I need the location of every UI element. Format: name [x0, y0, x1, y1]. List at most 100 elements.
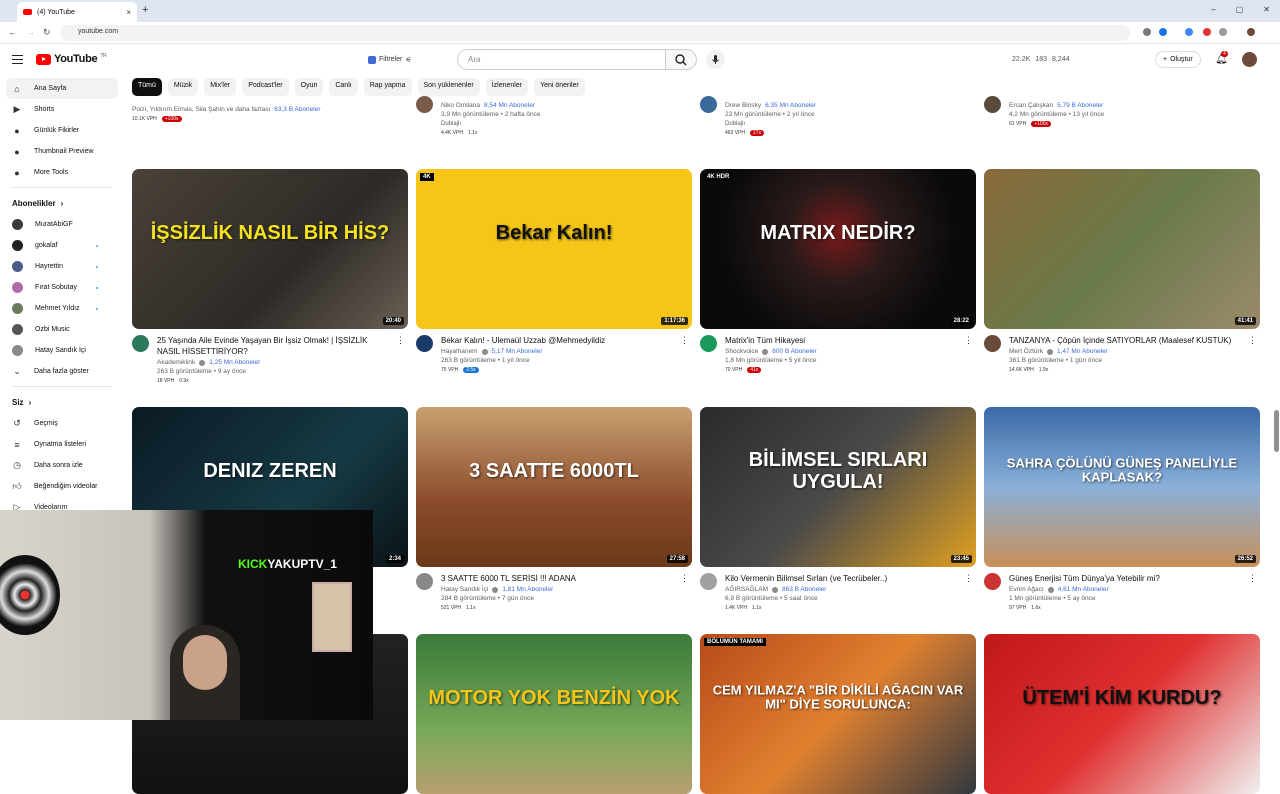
- video-title[interactable]: 3 SAATTE 6000 TL SERİSİ !!! ADANA: [441, 573, 676, 584]
- install-icon[interactable]: [1143, 28, 1151, 36]
- video-card[interactable]: BÖLÜMÜN TAMAMI CEM YILMAZ'A "BİR DİKİLİ A…: [700, 634, 976, 794]
- extension-icon[interactable]: [1185, 28, 1193, 36]
- filter-chip[interactable]: Son yüklenenler: [417, 78, 480, 96]
- video-title[interactable]: 25 Yaşında Aile Evinde Yaşayan Bir İşsiz…: [157, 335, 392, 357]
- browser-tab[interactable]: (4) YouTube ×: [17, 2, 137, 22]
- sidebar-item[interactable]: ⌂ Ana Sayfa: [6, 78, 118, 99]
- channel-name[interactable]: Akademiklink: [157, 359, 195, 366]
- sidebar-item-subscription[interactable]: Hayrettin: [0, 256, 124, 277]
- sidebar-item[interactable]: 👍︎ Beğendiğim videolar: [0, 476, 124, 497]
- channel-name[interactable]: Evrim Ağacı: [1009, 586, 1044, 593]
- video-card[interactable]: 4K Bekar Kalın! 1:17:36 Bekar Kalın! - Ulem…: [412, 163, 696, 383]
- channel-name[interactable]: Mert Öztürk: [1009, 348, 1043, 355]
- sidebar-item[interactable]: ● More Tools: [0, 162, 124, 183]
- channel-name[interactable]: Ercan Çalışkan: [1009, 102, 1053, 109]
- sidebar-item-subscription[interactable]: MuratAbiGF: [0, 214, 124, 235]
- menu-icon[interactable]: [12, 55, 23, 64]
- avatar[interactable]: [1242, 52, 1257, 67]
- sidebar-item[interactable]: ◷ Daha sonra izle: [0, 455, 124, 476]
- you-header[interactable]: Siz ›: [0, 391, 124, 413]
- profile-icon[interactable]: [1247, 28, 1255, 36]
- video-card[interactable]: BİLİMSEL SIRLARI UYGULA! 23:45 Kilo Vermen…: [700, 407, 976, 611]
- filter-chip[interactable]: Tümü: [132, 78, 162, 96]
- back-icon[interactable]: ←: [8, 27, 17, 37]
- search-button[interactable]: [666, 49, 697, 70]
- more-options-icon[interactable]: ⋮: [964, 573, 973, 584]
- filter-chip[interactable]: İzlenenler: [485, 78, 529, 96]
- filter-chip[interactable]: Canlı: [329, 78, 358, 96]
- video-thumbnail[interactable]: BÖLÜMÜN TAMAMI CEM YILMAZ'A "BİR DİKİLİ A…: [700, 634, 976, 794]
- subscriptions-header[interactable]: Abonelikler ›: [0, 192, 124, 214]
- sidebar-item[interactable]: ↺ Geçmiş: [0, 413, 124, 434]
- filter-chip[interactable]: Mix'ler: [204, 78, 237, 96]
- video-card[interactable]: MOTOR YOK BENZİN YOK: [416, 634, 692, 794]
- sidebar-item-subscription[interactable]: gokalaf: [0, 235, 124, 256]
- voice-search-button[interactable]: [706, 50, 725, 69]
- sidebar-item-subscription[interactable]: Mehmet Yıldız: [0, 298, 124, 319]
- channel-avatar[interactable]: [700, 573, 717, 590]
- filter-button[interactable]: Filtreler ⚟: [362, 52, 418, 67]
- more-options-icon[interactable]: ⋮: [1248, 573, 1257, 584]
- channel-avatar[interactable]: [416, 96, 433, 113]
- extensions-puzzle-icon[interactable]: [1219, 28, 1227, 36]
- channel-name[interactable]: Hatay Sandık İçi: [441, 586, 488, 593]
- video-card[interactable]: İŞSİZLİK NASIL BİR HİS? 20:40 25 Yaşında A…: [132, 169, 408, 384]
- bookmark-star-icon[interactable]: [1159, 28, 1167, 36]
- video-title[interactable]: Kilo Vermenin Bilimsel Sırları (ve Tecrü…: [725, 573, 960, 584]
- sidebar-item-subscription[interactable]: Ozbi Music: [0, 319, 124, 340]
- video-card[interactable]: ÜTEM'İ KİM KURDU?: [984, 634, 1260, 794]
- more-options-icon[interactable]: ⋮: [680, 573, 689, 584]
- channel-avatar[interactable]: [984, 573, 1001, 590]
- more-options-icon[interactable]: ⋮: [396, 335, 405, 346]
- video-card[interactable]: 3 SAATTE 6000TL 27:58 3 SAATTE 6000 TL SER…: [416, 407, 692, 611]
- channel-avatar[interactable]: [416, 573, 433, 590]
- video-thumbnail[interactable]: ÜTEM'İ KİM KURDU?: [984, 634, 1260, 794]
- forward-icon[interactable]: →: [26, 27, 35, 37]
- filter-chip[interactable]: Yeni öneriler: [534, 78, 585, 96]
- extension-icon[interactable]: [1203, 28, 1211, 36]
- channel-avatar[interactable]: [700, 335, 717, 352]
- video-title[interactable]: Bekar Kalın! - Ulemaül Uzzab @Mehmedyild…: [441, 335, 676, 346]
- channel-name[interactable]: Niko Omilana: [441, 102, 480, 109]
- filter-chip[interactable]: Oyun: [294, 78, 324, 96]
- video-thumbnail[interactable]: 4K Bekar Kalın! 1:17:36: [416, 169, 692, 329]
- maximize-icon[interactable]: ▢: [1236, 5, 1244, 14]
- video-thumbnail[interactable]: İŞSİZLİK NASIL BİR HİS? 20:40: [132, 169, 408, 329]
- search-input[interactable]: Ara: [457, 49, 666, 70]
- page-scrollbar[interactable]: [1274, 410, 1279, 452]
- channel-avatar[interactable]: [984, 96, 1001, 113]
- channel-avatar[interactable]: [416, 335, 433, 352]
- show-more-button[interactable]: ⌄ Daha fazla göster: [0, 361, 124, 382]
- video-card[interactable]: SAHRA ÇÖLÜNÜ GÜNEŞ PANELİYLE KAPLASAK? 26…: [984, 407, 1260, 611]
- sidebar-item-subscription[interactable]: Hatay Sandık İçi: [0, 340, 124, 361]
- sidebar-item[interactable]: ≡ Oynatma listeleri: [0, 434, 124, 455]
- video-card[interactable]: 4K HDR MATRIX NEDİR? 28:22 Matrix'in Tüm Hi…: [700, 169, 976, 373]
- channel-name[interactable]: Hayalhanem: [441, 348, 478, 355]
- sidebar-item[interactable]: ● Günlük Fikirler: [0, 120, 124, 141]
- video-title[interactable]: Güneş Enerjisi Tüm Dünya'ya Yetebilir mi…: [1009, 573, 1244, 584]
- filter-chip[interactable]: Rap yapma: [363, 78, 412, 96]
- filter-chip[interactable]: Müzik: [167, 78, 199, 96]
- close-window-icon[interactable]: ✕: [1263, 5, 1270, 14]
- sidebar-item[interactable]: ▶ Shorts: [0, 99, 124, 120]
- video-thumbnail[interactable]: 41:41: [984, 169, 1260, 329]
- video-thumbnail[interactable]: 4K HDR MATRIX NEDİR? 28:22: [700, 169, 976, 329]
- video-thumbnail[interactable]: SAHRA ÇÖLÜNÜ GÜNEŞ PANELİYLE KAPLASAK? 26…: [984, 407, 1260, 567]
- minimize-icon[interactable]: –: [1211, 5, 1215, 14]
- channel-avatar[interactable]: [700, 96, 717, 113]
- youtube-logo[interactable]: YouTube TR: [36, 53, 107, 65]
- channel-avatar[interactable]: [132, 335, 149, 352]
- more-options-icon[interactable]: ⋮: [1248, 335, 1257, 346]
- video-title[interactable]: Matrix'in Tüm Hikayesi: [725, 335, 960, 346]
- close-tab-icon[interactable]: ×: [126, 8, 131, 17]
- channel-name[interactable]: Poizi, Yıldırım Elmas, Sila Şahin ve dah…: [132, 106, 270, 113]
- url-field[interactable]: youtube.com: [60, 25, 1130, 41]
- more-options-icon[interactable]: ⋮: [680, 335, 689, 346]
- sidebar-item[interactable]: ● Thumbnail Preview: [0, 141, 124, 162]
- filter-chip[interactable]: Podcast'ler: [242, 78, 289, 96]
- new-tab-button[interactable]: +: [142, 4, 148, 16]
- channel-name[interactable]: Shockvoice: [725, 348, 758, 355]
- video-title[interactable]: TANZANYA - Çöpün İçinde SATIYORLAR (Maal…: [1009, 335, 1244, 346]
- channel-name[interactable]: AĞIRSAĞLAM: [725, 586, 768, 593]
- channel-name[interactable]: Drew Binsky: [725, 102, 761, 109]
